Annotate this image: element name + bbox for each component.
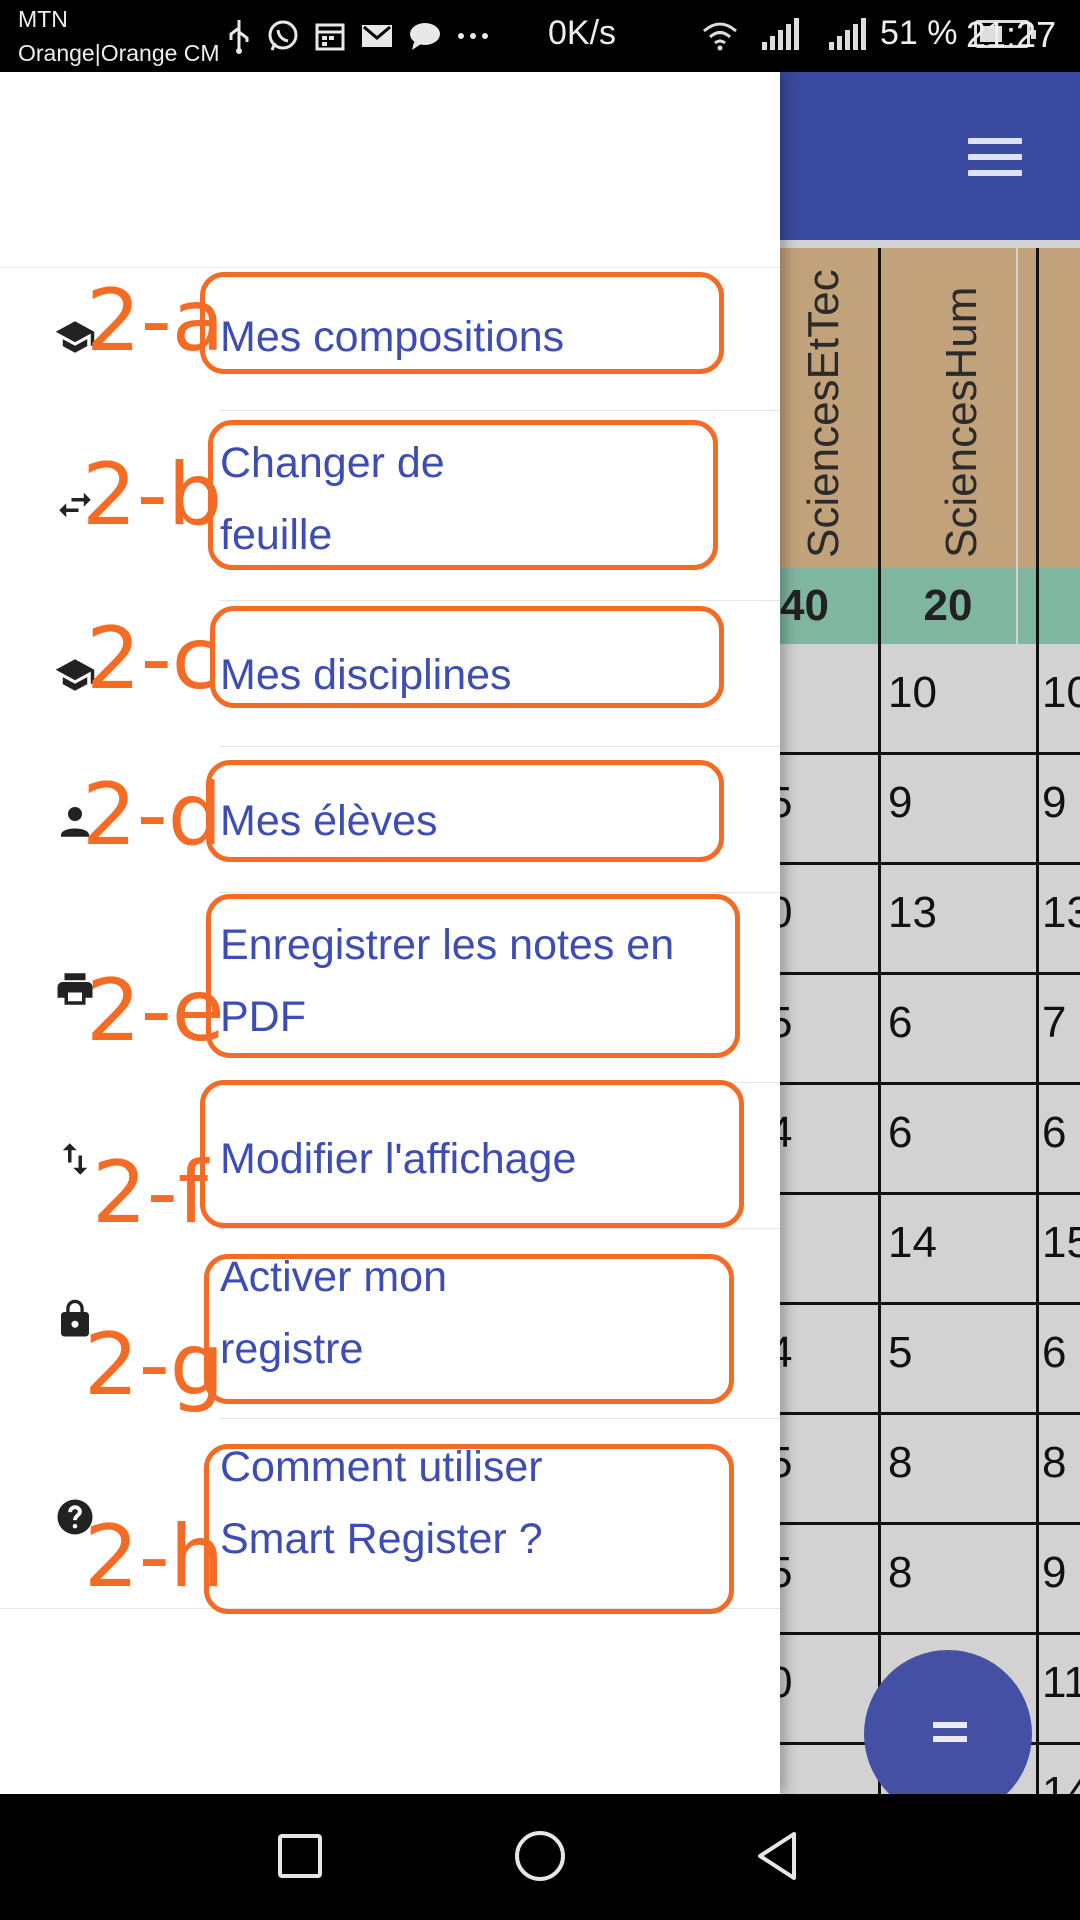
grid-line xyxy=(780,1412,1080,1415)
grid-line xyxy=(780,1082,1080,1085)
table-cell[interactable]: 15 xyxy=(1042,1218,1080,1268)
carrier-line-2: Orange|Orange CM xyxy=(18,40,220,66)
divider xyxy=(220,746,780,747)
annotation-label: 2-e xyxy=(86,961,225,1061)
divider xyxy=(220,410,780,411)
column-header-text: SciencesEtTec xyxy=(799,269,848,558)
drawer-header xyxy=(0,72,780,268)
grid-line xyxy=(780,862,1080,865)
back-button[interactable] xyxy=(746,1824,810,1888)
calendar-icon xyxy=(315,23,345,51)
grid-line xyxy=(780,1192,1080,1195)
signal-sim1-icon xyxy=(762,17,799,50)
table-cell[interactable]: 10 xyxy=(888,668,937,718)
menu-icon[interactable] xyxy=(968,138,1022,176)
table-cell[interactable]: 8 xyxy=(888,1438,912,1488)
column-header xyxy=(1018,248,1080,568)
table-cell[interactable]: 6 xyxy=(1042,1108,1066,1158)
column-header: SciencesEtTec xyxy=(780,248,878,568)
annotation-box xyxy=(206,894,740,1058)
menu-lines-icon xyxy=(933,1722,967,1750)
annotation-box xyxy=(204,1254,734,1404)
annotation-label: 2-b xyxy=(82,445,223,545)
signal-sim2-icon xyxy=(829,17,866,50)
max-score-cell xyxy=(1018,568,1080,644)
more-icon xyxy=(458,33,488,39)
table-cell[interactable]: 6 xyxy=(1042,1328,1066,1378)
notification-icons xyxy=(226,18,490,54)
grid-line xyxy=(780,1632,1080,1635)
grid-line xyxy=(780,752,1080,755)
network-speed: 0K/s xyxy=(548,14,617,52)
battery-percent: 51 % xyxy=(880,14,958,52)
table-cell[interactable]: 14 xyxy=(888,1218,937,1268)
table-cell[interactable]: 10 xyxy=(1042,668,1080,718)
table-cell[interactable]: 9 xyxy=(888,778,912,828)
grade-table: SciencesEtTec SciencesHum 40 20 10 10 5 9 9 0… xyxy=(768,240,1080,1855)
clock: 21:27 xyxy=(966,14,1057,55)
message-icon xyxy=(410,23,440,50)
carrier-line-1: MTN xyxy=(18,6,68,32)
annotation-box xyxy=(204,1444,734,1614)
table-cell[interactable]: 9 xyxy=(1042,1548,1066,1598)
table-cell[interactable]: 7 xyxy=(1042,998,1066,1048)
divider xyxy=(220,1228,780,1229)
table-cell[interactable]: 8 xyxy=(1042,1438,1066,1488)
wifi-icon xyxy=(703,22,737,50)
navigation-drawer: Mes compositions Changer de feuille Mes … xyxy=(0,72,780,1794)
grid-line xyxy=(878,248,881,1794)
usb-icon xyxy=(229,20,249,54)
max-score-cell: 40 xyxy=(780,568,878,644)
column-header-text: SciencesHum xyxy=(937,286,986,558)
table-cell[interactable]: 8 xyxy=(888,1548,912,1598)
annotation-box xyxy=(206,760,724,862)
gmail-icon xyxy=(362,25,392,47)
table-cell[interactable]: 6 xyxy=(888,998,912,1048)
divider xyxy=(220,600,780,601)
annotation-label: 2-c xyxy=(86,609,220,709)
grid-line xyxy=(1036,248,1039,1794)
table-cell[interactable]: 6 xyxy=(888,1108,912,1158)
grid-line xyxy=(780,1302,1080,1305)
annotation-box xyxy=(210,606,724,708)
table-cell[interactable]: 5 xyxy=(888,1328,912,1378)
divider xyxy=(220,892,780,893)
annotation-box xyxy=(200,1080,744,1228)
navigation-bar xyxy=(0,1794,1080,1920)
screen: MTN Orange|Orange CM 0K/s 51 % 21:27 Sci… xyxy=(0,0,1080,1920)
annotation-label: 2-d xyxy=(82,765,223,865)
table-cell[interactable]: 11 xyxy=(1042,1658,1080,1708)
grid-line xyxy=(780,972,1080,975)
max-score-cell: 20 xyxy=(880,568,1016,644)
column-header: SciencesHum xyxy=(880,248,1016,568)
annotation-label: 2-f xyxy=(92,1143,209,1243)
whatsapp-icon xyxy=(268,20,298,51)
grid-line xyxy=(780,1522,1080,1525)
swap-vert-icon xyxy=(62,1143,88,1175)
annotation-box xyxy=(208,420,718,570)
home-button[interactable] xyxy=(508,1824,572,1888)
table-cell[interactable]: 9 xyxy=(1042,778,1066,828)
table-cell[interactable]: 13 xyxy=(888,888,937,938)
status-bar: MTN Orange|Orange CM 0K/s 51 % 21:27 xyxy=(0,0,1080,72)
recents-button[interactable] xyxy=(268,1824,332,1888)
table-cell[interactable]: 13 xyxy=(1042,888,1080,938)
divider xyxy=(220,1418,780,1419)
annotation-box xyxy=(200,272,724,374)
